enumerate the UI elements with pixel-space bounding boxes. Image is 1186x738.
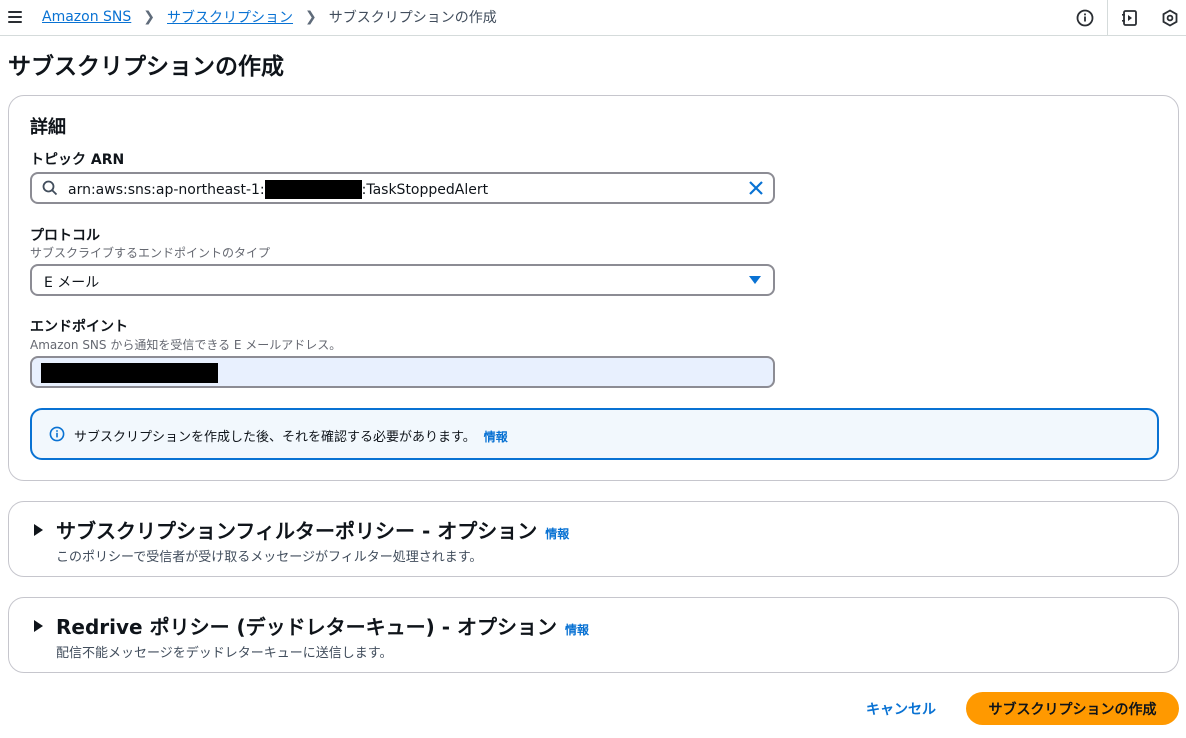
- caret-right-icon[interactable]: [34, 620, 43, 632]
- details-title: 詳細: [30, 117, 66, 138]
- caret-right-icon[interactable]: [34, 524, 43, 536]
- topic-arn-prefix: arn:aws:sns:ap-northeast-1:: [68, 181, 265, 198]
- topic-arn-input[interactable]: arn:aws:sns:ap-northeast-1: :TaskStopped…: [30, 172, 775, 204]
- alert-message: サブスクリプションを作成した後、それを確認する必要があります。 情報: [74, 426, 508, 445]
- redacted-account-id: [264, 180, 362, 199]
- details-panel: 詳細 トピック ARN arn:aws:sns:ap-northeast-1: …: [8, 95, 1179, 481]
- topic-arn-suffix: :TaskStoppedAlert: [361, 181, 489, 198]
- breadcrumb-home[interactable]: Amazon SNS: [42, 9, 131, 25]
- topic-arn-label: トピック ARN: [30, 152, 125, 168]
- info-icon[interactable]: [1075, 8, 1095, 28]
- redrive-policy-header[interactable]: Redrive ポリシー (デッドレターキュー) - オプション 情報: [56, 611, 589, 640]
- chevron-right-icon: ❯: [143, 9, 156, 25]
- breadcrumb-subscriptions[interactable]: サブスクリプション: [167, 7, 293, 27]
- breadcrumb: Amazon SNS ❯ サブスクリプション ❯ サブスクリプションの作成: [42, 7, 497, 27]
- chevron-right-icon: ❯: [305, 9, 317, 25]
- filter-policy-description: このポリシーで受信者が受け取るメッセージがフィルター処理されます。: [56, 550, 483, 565]
- top-bar: Amazon SNS ❯ サブスクリプション ❯ サブスクリプションの作成: [0, 0, 1186, 36]
- topic-arn-value: arn:aws:sns:ap-northeast-1: :TaskStopped…: [68, 180, 488, 199]
- redrive-policy-info-link[interactable]: 情報: [565, 621, 589, 638]
- endpoint-label: エンドポイント: [30, 319, 128, 335]
- filter-policy-header[interactable]: サブスクリプションフィルターポリシー - オプション 情報: [56, 515, 569, 544]
- redrive-policy-section: Redrive ポリシー (デッドレターキュー) - オプション 情報 配信不能…: [8, 597, 1179, 673]
- notes-icon[interactable]: [1120, 8, 1140, 28]
- settings-hex-icon[interactable]: [1160, 8, 1180, 28]
- redacted-email: [41, 363, 218, 383]
- endpoint-description: Amazon SNS から通知を受信できる E メールアドレス。: [30, 338, 342, 352]
- redrive-policy-description: 配信不能メッセージをデッドレターキューに送信します。: [56, 646, 393, 661]
- filter-policy-title: サブスクリプションフィルターポリシー - オプション: [56, 519, 538, 543]
- filter-policy-section: サブスクリプションフィルターポリシー - オプション 情報 このポリシーで受信者…: [8, 501, 1179, 577]
- alert-text: サブスクリプションを作成した後、それを確認する必要があります。: [74, 430, 476, 445]
- top-right-tools: [1075, 0, 1186, 36]
- cancel-button[interactable]: キャンセル: [866, 699, 936, 719]
- close-icon[interactable]: [747, 179, 765, 197]
- endpoint-input[interactable]: [30, 356, 775, 388]
- protocol-description: サブスクライブするエンドポイントのタイプ: [30, 246, 271, 260]
- alert-info-link[interactable]: 情報: [484, 430, 508, 444]
- protocol-label: プロトコル: [30, 228, 100, 244]
- caret-down-icon: [749, 276, 761, 284]
- menu-icon[interactable]: [8, 9, 24, 25]
- redrive-policy-title: Redrive ポリシー (デッドレターキュー) - オプション: [56, 615, 558, 639]
- filter-policy-info-link[interactable]: 情報: [545, 525, 569, 542]
- divider: [1107, 0, 1108, 36]
- info-icon: [49, 426, 65, 442]
- breadcrumb-current: サブスクリプションの作成: [328, 10, 497, 26]
- create-subscription-button[interactable]: サブスクリプションの作成: [966, 692, 1179, 725]
- info-alert: サブスクリプションを作成した後、それを確認する必要があります。 情報: [30, 408, 1159, 460]
- protocol-selected: E メール: [44, 275, 100, 291]
- protocol-select[interactable]: E メール: [30, 264, 775, 296]
- search-icon: [42, 180, 58, 196]
- page-title: サブスクリプションの作成: [8, 54, 284, 80]
